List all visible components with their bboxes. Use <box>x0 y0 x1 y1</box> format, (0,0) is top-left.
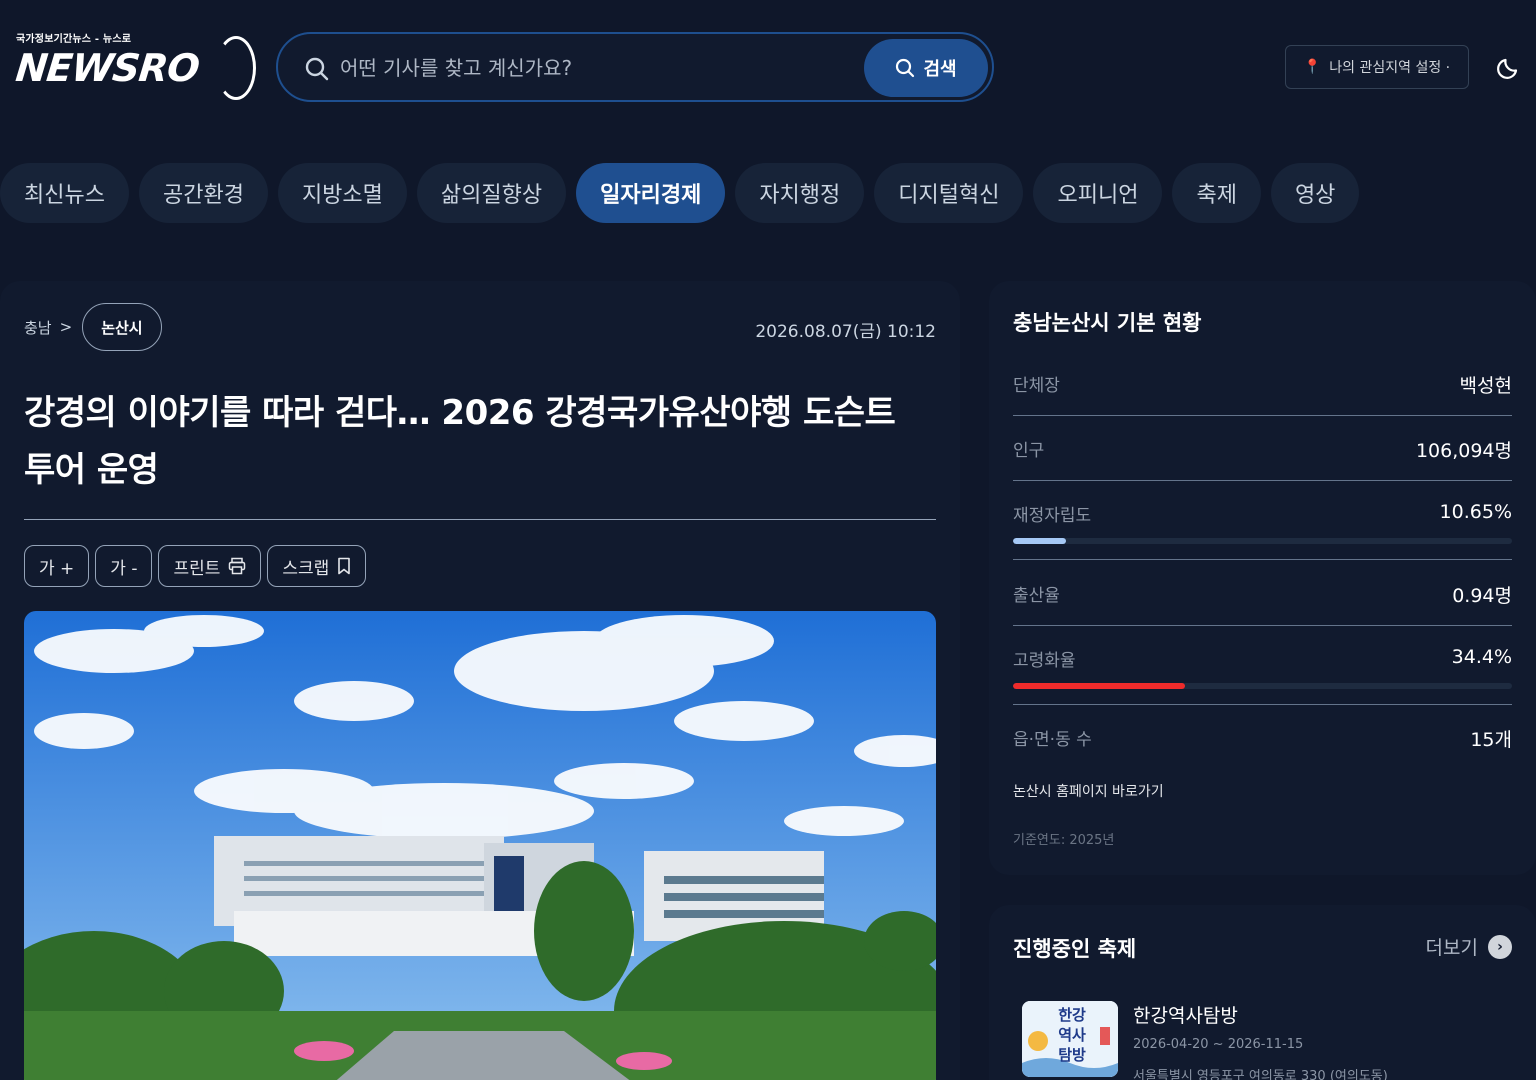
breadcrumb-separator: > <box>59 318 73 336</box>
financial-independence-bar <box>1013 538 1512 544</box>
ongoing-festival-card: 진행중인 축제 더보기 › 한강 역사 탐방 한강역사탐방 2026-04-20… <box>989 905 1536 1080</box>
stat-divider <box>1013 415 1512 416</box>
stat-divider <box>1013 559 1512 560</box>
printer-icon <box>229 557 246 575</box>
search-input[interactable] <box>340 48 860 88</box>
location-pin-icon: 📍 <box>1303 59 1322 75</box>
tab-video[interactable]: 영상 <box>1270 163 1360 223</box>
stat-value: 34.4% <box>1451 646 1512 668</box>
stats-title: 충남논산시 기본 현황 <box>1013 311 1202 335</box>
more-label: 더보기 <box>1425 937 1478 959</box>
search-button-label: 검색 <box>923 59 957 80</box>
scrap-label: 스크랩 <box>282 558 330 579</box>
search-button-icon <box>896 58 915 78</box>
festival-thumbnail[interactable]: 한강 역사 탐방 <box>1022 1001 1118 1077</box>
font-size-up-label: 가 + <box>39 558 75 579</box>
stat-label: 출산율 <box>1013 586 1060 606</box>
tab-regional-decline[interactable]: 지방소멸 <box>277 163 407 223</box>
stat-value: 백성현 <box>1459 375 1512 397</box>
article-date: 2026.08.07(금) 10:12 <box>755 322 936 342</box>
category-nav: 최신뉴스 공간환경 지방소멸 삶의질향상 일자리경제 자치행정 디지털혁신 오피… <box>0 163 1360 223</box>
stats-base-year: 기준연도: 2025년 <box>1013 833 1115 848</box>
dark-mode-moon-icon[interactable] <box>1496 54 1522 80</box>
stat-divider <box>1013 480 1512 481</box>
tab-spatial-environment[interactable]: 공간환경 <box>138 163 268 223</box>
font-size-down-label: 가 - <box>110 558 138 579</box>
logo-ring-icon <box>216 36 256 100</box>
stat-label: 인구 <box>1013 441 1045 461</box>
city-stats-card: 충남논산시 기본 현황 단체장 백성현 인구 106,094명 재정자립도 10… <box>989 281 1536 875</box>
title-divider <box>24 519 936 520</box>
aging-rate-bar-fill <box>1013 683 1185 689</box>
tab-opinion[interactable]: 오피니언 <box>1033 163 1163 223</box>
font-size-up-button[interactable]: 가 + <box>24 545 90 587</box>
stat-label: 고령화율 <box>1013 651 1076 671</box>
festival-more-link[interactable]: 더보기 › <box>1426 933 1512 960</box>
article-card: 충남 > 논산시 2026.08.07(금) 10:12 강경의 이야기를 따라… <box>0 281 960 1080</box>
page: 국가정보기간뉴스 - 뉴스로 NEWSRO 검색 📍 나의 관심지역 설정 · <box>0 0 1536 1080</box>
font-size-down-button[interactable]: 가 - <box>95 545 153 587</box>
tab-jobs-economy[interactable]: 일자리경제 <box>576 163 726 223</box>
header: 국가정보기간뉴스 - 뉴스로 NEWSRO 검색 📍 나의 관심지역 설정 · <box>0 0 1536 130</box>
region-setting-button[interactable]: 📍 나의 관심지역 설정 · <box>1285 45 1469 89</box>
tab-digital-innovation[interactable]: 디지털혁신 <box>874 163 1024 223</box>
stat-value: 10.65% <box>1439 501 1512 523</box>
region-setting-label: 나의 관심지역 설정 · <box>1329 60 1451 76</box>
city-homepage-link[interactable]: 논산시 홈페이지 바로가기 <box>1013 781 1164 801</box>
article-tools: 가 + 가 - 프린트 스크랩 <box>24 545 367 587</box>
print-label: 프린트 <box>173 558 221 579</box>
tab-local-administration[interactable]: 자치행정 <box>735 163 865 223</box>
stat-label: 단체장 <box>1013 376 1060 396</box>
festival-thumbnail-text: 한강 역사 탐방 <box>1058 1006 1086 1064</box>
logo-subtitle: 국가정보기간뉴스 - 뉴스로 <box>16 34 132 45</box>
financial-independence-bar-fill <box>1013 538 1067 544</box>
search-icon <box>305 57 329 81</box>
stat-divider <box>1013 704 1512 705</box>
stat-label: 재정자립도 <box>1013 506 1092 526</box>
search-bar: 검색 <box>276 32 994 102</box>
article-photo <box>24 611 936 1080</box>
scrap-button[interactable]: 스크랩 <box>267 545 367 587</box>
stat-value: 106,094명 <box>1415 440 1512 462</box>
breadcrumb-province[interactable]: 충남 <box>24 317 52 338</box>
article-title: 강경의 이야기를 따라 걷다… 2026 강경국가유산야행 도슨트 투어 운영 <box>24 393 896 490</box>
stat-value: 15개 <box>1470 729 1512 751</box>
aging-rate-bar <box>1013 683 1512 689</box>
festival-title: 진행중인 축제 <box>1013 937 1137 961</box>
print-button[interactable]: 프린트 <box>158 545 262 587</box>
stat-value: 0.94명 <box>1452 585 1512 607</box>
tab-festival[interactable]: 축제 <box>1172 163 1261 223</box>
tab-latest-news[interactable]: 최신뉴스 <box>0 163 129 223</box>
breadcrumb: 충남 > 논산시 <box>24 303 162 351</box>
stat-label: 읍·면·동 수 <box>1013 730 1092 750</box>
chevron-right-icon: › <box>1488 934 1512 959</box>
bookmark-icon <box>338 557 351 575</box>
stat-divider <box>1013 625 1512 626</box>
festival-date: 2026-04-20 ~ 2026-11-15 <box>1133 1037 1304 1052</box>
festival-address: 서울특별시 영등포구 여의동로 330 (여의도동) <box>1133 1069 1388 1080</box>
newsro-logo[interactable]: 국가정보기간뉴스 - 뉴스로 NEWSRO <box>14 30 256 102</box>
festival-name[interactable]: 한강역사탐방 <box>1133 1001 1238 1028</box>
tab-quality-of-life[interactable]: 삶의질향상 <box>416 163 567 223</box>
search-button[interactable]: 검색 <box>864 39 988 97</box>
breadcrumb-city[interactable]: 논산시 <box>82 303 162 351</box>
